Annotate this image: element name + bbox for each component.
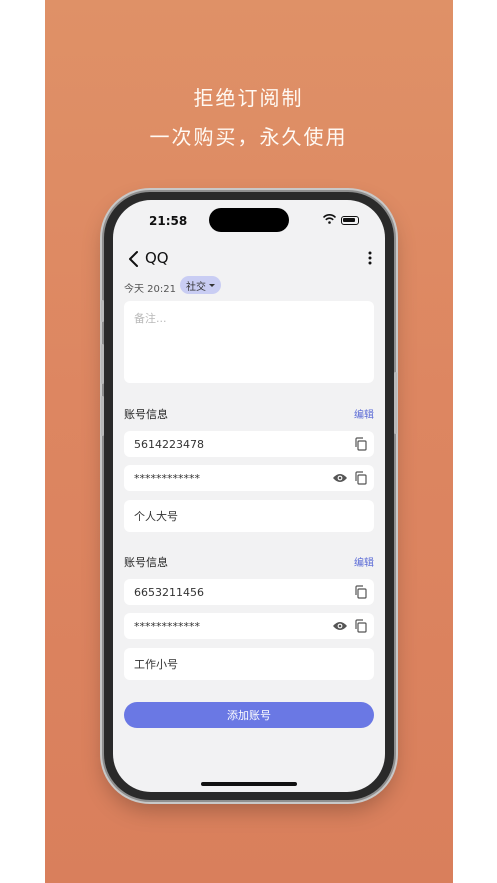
promo-subheadline: 一次购买，永久使用 [149, 125, 348, 149]
page-title: QQ [145, 249, 169, 267]
volume-up-button [101, 344, 104, 384]
app-screen: 21:58 QQ 今天 20:21 社交 账号信息 编辑 5614223478 … [113, 200, 385, 792]
username-field: 6653211456 [124, 579, 374, 605]
back-arrow-icon[interactable] [127, 250, 147, 268]
wifi-icon [323, 214, 336, 224]
username-value: 6653211456 [134, 585, 204, 599]
power-button [394, 372, 397, 434]
notes-box[interactable] [124, 301, 374, 383]
chevron-down-icon [209, 283, 215, 287]
username-field: 5614223478 [124, 431, 374, 457]
category-tag[interactable]: 社交 [180, 276, 221, 294]
more-options-icon[interactable] [365, 250, 375, 266]
status-time: 21:58 [149, 214, 188, 228]
password-field: ************ [124, 613, 374, 639]
copy-icon[interactable] [354, 619, 368, 633]
home-indicator [201, 782, 297, 786]
account-section-title: 账号信息 [124, 408, 168, 421]
dynamic-island [209, 208, 289, 232]
copy-icon[interactable] [354, 471, 368, 485]
notes-input[interactable] [124, 301, 374, 336]
promo-headline: 拒绝订阅制 [193, 86, 304, 110]
password-value: ************ [134, 619, 200, 633]
account-section-title: 账号信息 [124, 556, 168, 569]
copy-icon[interactable] [354, 437, 368, 451]
mute-switch [101, 300, 104, 322]
updated-time: 今天 20:21 [124, 284, 176, 295]
copy-icon[interactable] [354, 585, 368, 599]
eye-icon[interactable] [332, 620, 348, 632]
password-field: ************ [124, 465, 374, 491]
password-value: ************ [134, 471, 200, 485]
category-tag-label: 社交 [186, 281, 206, 293]
remark-value: 工作小号 [134, 658, 178, 671]
volume-down-button [101, 396, 104, 436]
battery-icon [341, 216, 359, 225]
remark-value: 个人大号 [134, 510, 178, 523]
edit-account-button[interactable]: 编辑 [354, 554, 374, 569]
remark-field: 个人大号 [124, 500, 374, 532]
add-account-button[interactable]: 添加账号 [124, 702, 374, 728]
remark-field: 工作小号 [124, 648, 374, 680]
eye-icon[interactable] [332, 472, 348, 484]
username-value: 5614223478 [134, 437, 204, 451]
edit-account-button[interactable]: 编辑 [354, 406, 374, 421]
